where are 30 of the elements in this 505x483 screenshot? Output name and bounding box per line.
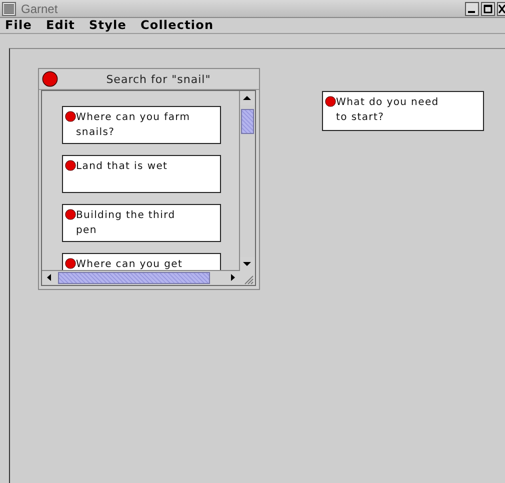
dot-icon [65,111,76,122]
note-text: Where can you get [76,258,184,271]
vertical-scrollbar[interactable] [239,91,255,271]
menu-item[interactable]: Style [89,18,126,33]
menu-icon[interactable] [2,2,16,16]
menu-item[interactable]: Collection [140,18,214,33]
note-card[interactable]: Land that is wet [62,155,221,193]
dot-icon [65,209,76,220]
menu-item[interactable]: Edit [46,18,76,33]
menu-item[interactable]: File [5,18,32,33]
note-text: Where can you farm snails? [76,111,192,140]
minimize-icon[interactable] [465,2,479,16]
dot-icon [325,96,336,107]
panel-title: Search for "snail" [105,72,212,86]
note-card[interactable]: Where can you farm snails? [62,106,221,144]
dot-icon [65,160,76,171]
window-title: Garnet [21,2,59,16]
note-card[interactable]: What do you need to start? [322,91,484,131]
dot-icon[interactable] [42,71,58,87]
horizontal-scrollbar[interactable] [42,270,240,285]
note-text: What do you need to start? [336,96,440,125]
maximize-icon[interactable] [481,2,495,16]
note-text: Land that is wet [76,160,169,174]
note-card[interactable]: Building the third pen [62,204,221,242]
scrollbar-thumb[interactable] [58,272,210,284]
close-icon[interactable] [497,2,505,16]
dot-icon [65,258,76,269]
note-text: Building the third pen [76,209,176,238]
note-card[interactable]: Where can you get [62,253,221,271]
scrollbar-thumb[interactable] [241,109,254,134]
